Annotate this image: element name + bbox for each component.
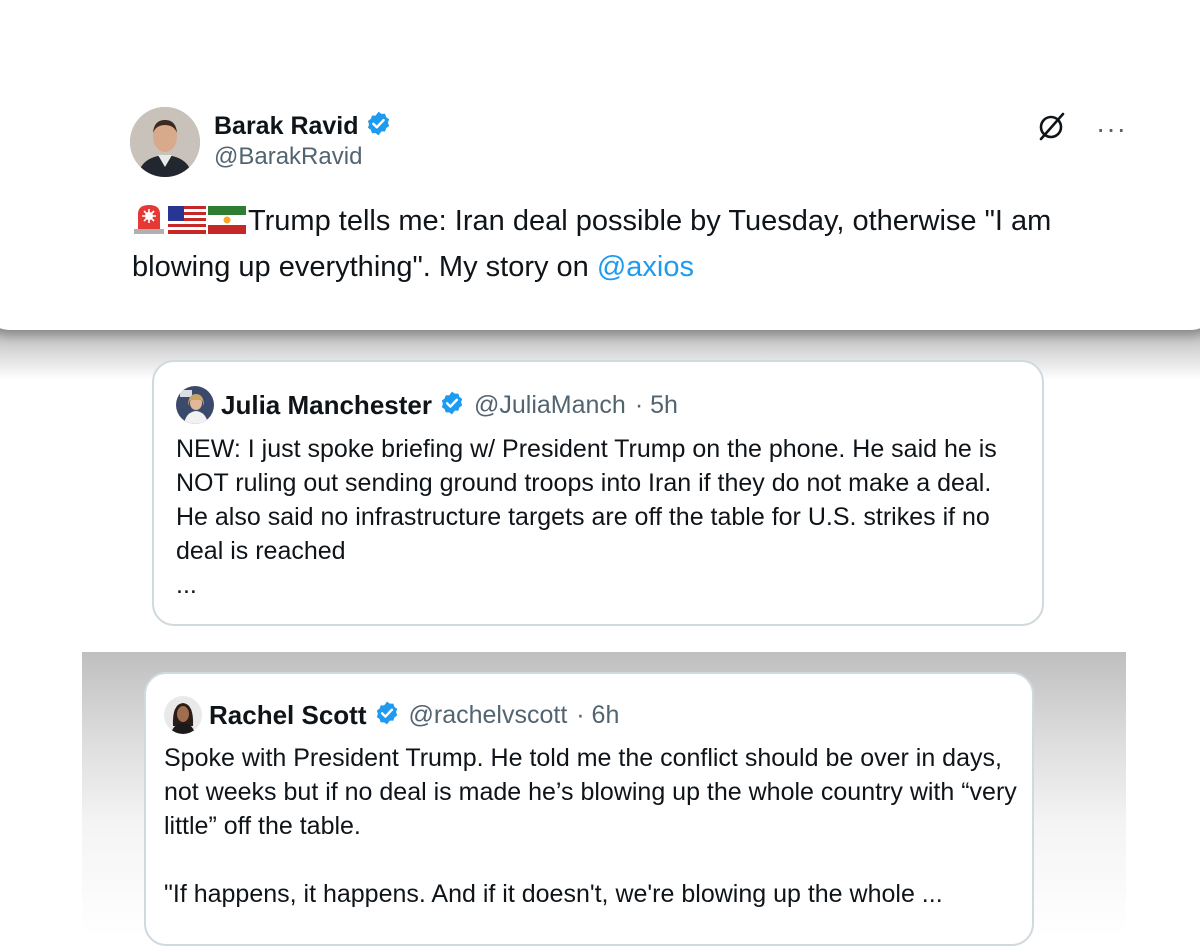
post-actions: ··· bbox=[1036, 110, 1127, 147]
verified-badge-icon bbox=[374, 700, 400, 731]
post-body-text: Trump tells me: Iran deal possible by Tu… bbox=[132, 205, 1052, 283]
quoted-post-header: Rachel Scott @rachelvscott · 6h bbox=[164, 696, 619, 734]
avatar[interactable] bbox=[130, 107, 200, 177]
quoted-post-time: · 5h bbox=[634, 390, 678, 419]
quoted-author-handle: @JuliaManch bbox=[473, 390, 626, 419]
mention-link[interactable]: @axios bbox=[597, 251, 694, 283]
avatar[interactable] bbox=[164, 696, 202, 734]
quoted-author-handle: @rachelvscott bbox=[408, 700, 568, 729]
quoted-post-text: Spoke with President Trump. He told me t… bbox=[164, 744, 1017, 908]
us-flag-icon bbox=[168, 204, 206, 246]
quoted-post-text: NEW: I just spoke briefing w/ President … bbox=[176, 435, 997, 599]
quoted-post-header: Julia Manchester @JuliaManch · 5h bbox=[176, 386, 678, 424]
quoted-post-2[interactable]: Rachel Scott @rachelvscott · 6h Spoke wi… bbox=[144, 672, 1034, 946]
quoted-author-name: Julia Manchester bbox=[221, 389, 432, 420]
quoted-author-name: Rachel Scott bbox=[209, 699, 367, 730]
more-options-icon[interactable]: ··· bbox=[1096, 114, 1127, 142]
quoted-post-time: · 6h bbox=[576, 700, 620, 729]
author-handle[interactable]: @BarakRavid bbox=[214, 143, 362, 171]
avatar[interactable] bbox=[176, 386, 214, 424]
verified-badge-icon bbox=[439, 390, 465, 421]
verified-badge-icon bbox=[365, 110, 392, 142]
iran-flag-icon bbox=[208, 204, 246, 246]
author-name[interactable]: Barak Ravid bbox=[214, 112, 359, 141]
quoted-post-1[interactable]: Julia Manchester @JuliaManch · 5h NEW: I… bbox=[152, 360, 1044, 626]
post-text: Trump tells me: Iran deal possible by Tu… bbox=[132, 200, 1122, 288]
rotating-light-icon bbox=[132, 202, 166, 246]
grok-icon[interactable] bbox=[1036, 110, 1068, 147]
author-row: Barak Ravid bbox=[214, 110, 392, 142]
